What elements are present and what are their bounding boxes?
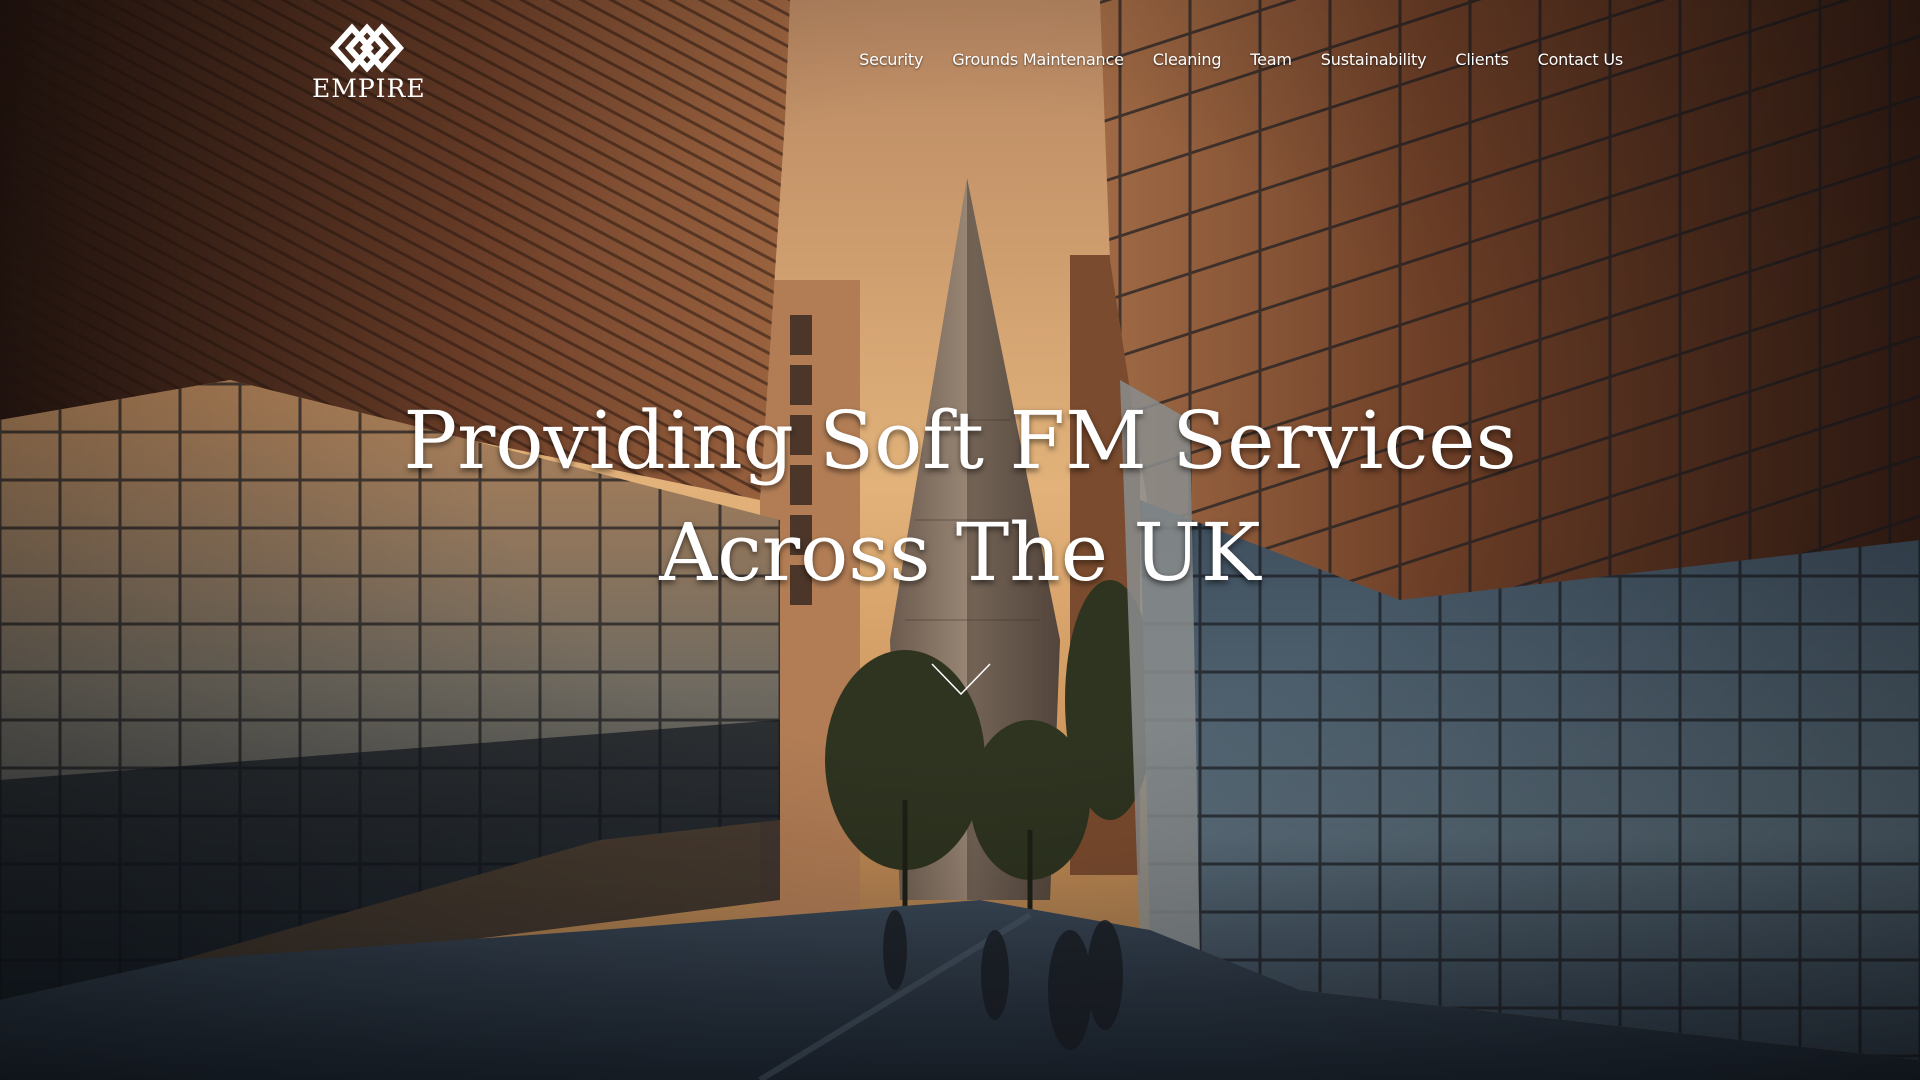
chevron-down-icon[interactable] <box>930 662 992 696</box>
hero-section: EMPIRE Security Grounds Maintenance Clea… <box>0 0 1920 1080</box>
nav-team[interactable]: Team <box>1250 50 1292 69</box>
nav-grounds-maintenance[interactable]: Grounds Maintenance <box>952 50 1124 69</box>
brand-logo[interactable]: EMPIRE <box>312 22 426 103</box>
nav-clients[interactable]: Clients <box>1455 50 1508 69</box>
hero-headline: Providing Soft FM Services Across The UK <box>0 385 1920 609</box>
main-nav: Security Grounds Maintenance Cleaning Te… <box>830 50 1623 69</box>
nav-contact-us[interactable]: Contact Us <box>1538 50 1624 69</box>
hero-headline-line1: Providing Soft FM Services <box>403 394 1517 487</box>
nav-cleaning[interactable]: Cleaning <box>1153 50 1222 69</box>
brand-name: EMPIRE <box>312 74 426 103</box>
interlocking-diamonds-icon <box>329 23 405 73</box>
nav-sustainability[interactable]: Sustainability <box>1321 50 1427 69</box>
nav-security[interactable]: Security <box>859 50 923 69</box>
hero-headline-line2: Across The UK <box>659 506 1261 599</box>
